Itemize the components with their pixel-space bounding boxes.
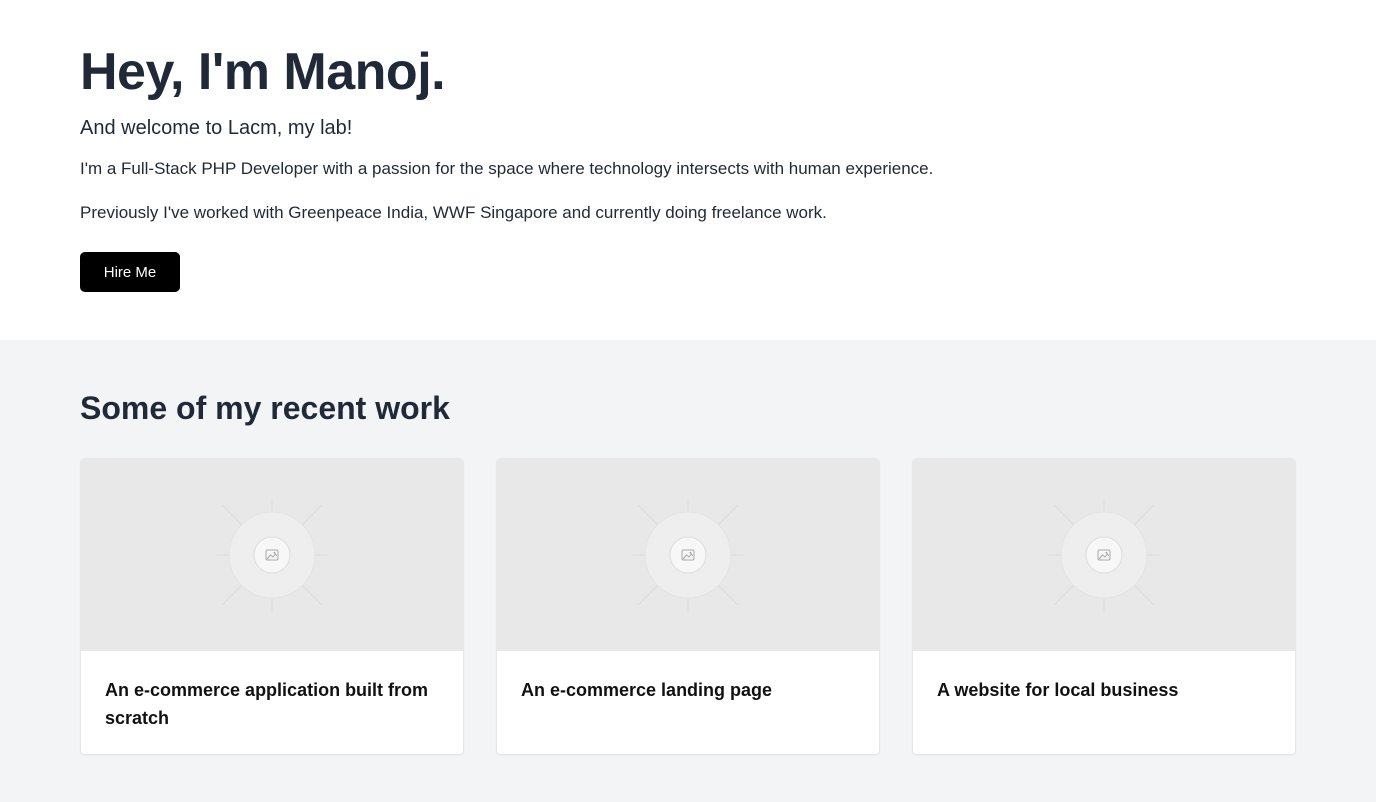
- hero-previous-work: Previously I've worked with Greenpeace I…: [80, 203, 827, 222]
- project-cards: An e-commerce application built from scr…: [80, 458, 1296, 755]
- image-placeholder-icon: [1048, 499, 1160, 611]
- recent-work-section: Some of my recent work An e-commerce app…: [0, 340, 1376, 802]
- project-thumbnail: [497, 459, 879, 651]
- project-thumbnail: [81, 459, 463, 651]
- hero-welcome: And welcome to Lacm, my lab!: [80, 117, 353, 139]
- project-card[interactable]: A website for local business: [912, 458, 1296, 755]
- recent-work-heading: Some of my recent work: [80, 390, 450, 426]
- project-thumbnail: [913, 459, 1295, 651]
- image-placeholder-icon: [216, 499, 328, 611]
- hero-section: Hey, I'm Manoj. And welcome to Lacm, my …: [0, 0, 1376, 340]
- image-placeholder-icon: [632, 499, 744, 611]
- project-title: An e-commerce application built from scr…: [105, 680, 429, 728]
- hero-heading: Hey, I'm Manoj.: [80, 43, 446, 101]
- project-title: An e-commerce landing page: [521, 680, 773, 700]
- hire-me-button[interactable]: Hire Me: [80, 252, 180, 292]
- project-card[interactable]: An e-commerce application built from scr…: [80, 458, 464, 755]
- project-card[interactable]: An e-commerce landing page: [496, 458, 880, 755]
- hero-intro: I'm a Full-Stack PHP Developer with a pa…: [80, 159, 934, 178]
- project-title: A website for local business: [937, 680, 1179, 700]
